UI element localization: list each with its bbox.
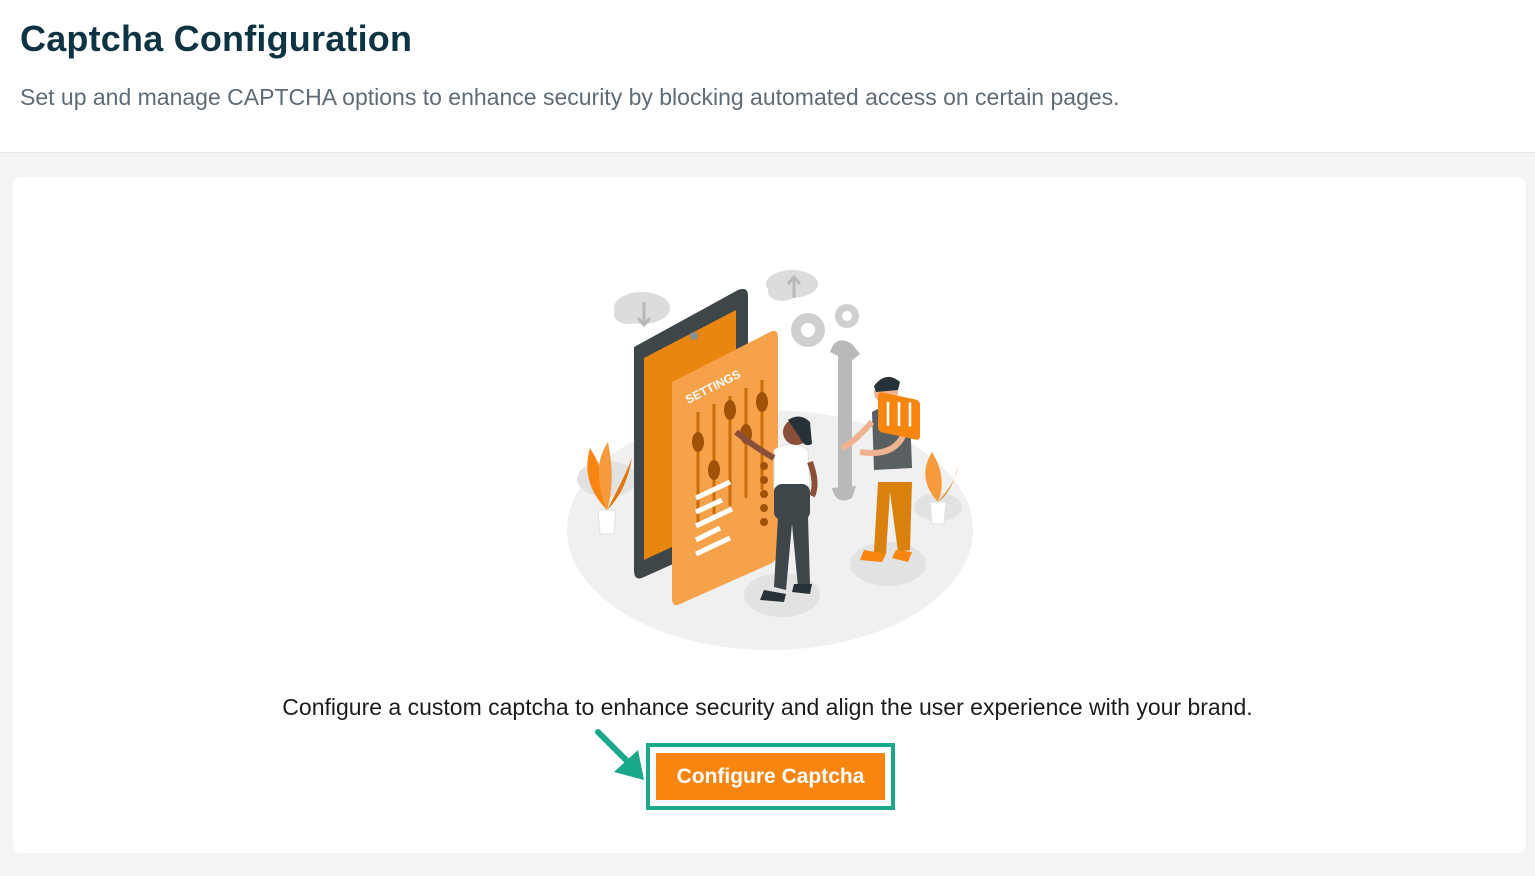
arrow-icon bbox=[595, 729, 644, 780]
configure-captcha-highlight: Configure Captcha bbox=[646, 743, 895, 810]
page-title: Captcha Configuration bbox=[20, 18, 413, 59]
page-header: Captcha Configuration Set up and manage … bbox=[0, 0, 1535, 153]
page-subtitle: Set up and manage CAPTCHA options to enh… bbox=[20, 84, 1120, 110]
settings-illustration: SETTINGS bbox=[567, 270, 973, 650]
configure-captcha-description: Configure a custom captcha to enhance se… bbox=[282, 694, 1253, 720]
configure-captcha-button[interactable]: Configure Captcha bbox=[656, 753, 885, 800]
